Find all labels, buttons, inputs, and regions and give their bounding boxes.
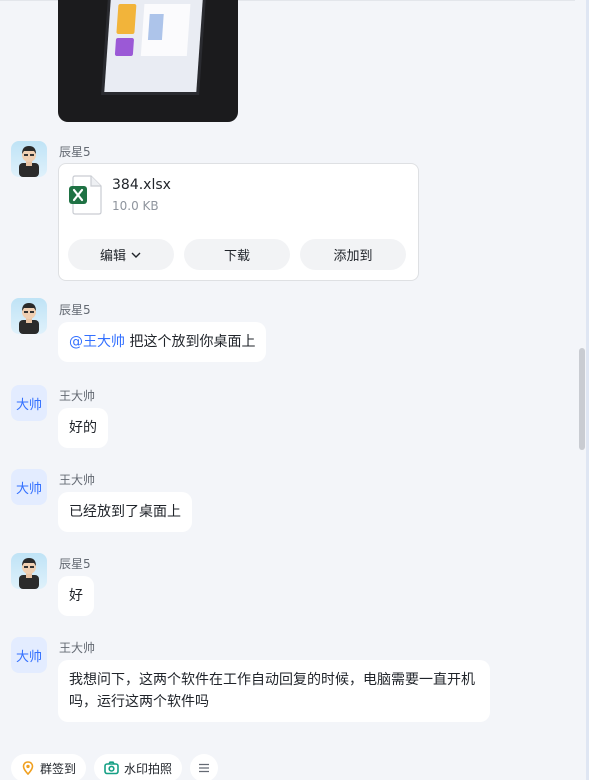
file-name[interactable]: 384.xlsx	[112, 177, 171, 193]
edit-button[interactable]: 编辑	[68, 239, 174, 270]
photo-content	[104, 0, 204, 92]
mention-link[interactable]: @王大帅	[69, 334, 125, 350]
avatar[interactable]	[11, 553, 47, 589]
message-text-line: 吗，运行这两个软件吗	[69, 694, 209, 710]
message-text: 好的	[69, 420, 97, 436]
watermark-photo-label: 水印拍照	[124, 761, 173, 776]
download-button[interactable]: 下载	[184, 239, 290, 270]
sender-name: 辰星5	[59, 303, 91, 317]
avatar[interactable]: 大帅	[11, 385, 47, 421]
camera-icon	[104, 761, 119, 775]
message-bubble[interactable]: 好的	[58, 408, 108, 448]
chat-scrollbar[interactable]	[579, 348, 585, 450]
message-bubble[interactable]: @王大帅 把这个放到你桌面上	[58, 322, 267, 362]
sender-name: 王大帅	[59, 389, 96, 403]
excel-file-icon	[69, 175, 103, 215]
avatar[interactable]: 大帅	[11, 637, 47, 673]
add-to-button[interactable]: 添加到	[300, 239, 406, 270]
more-actions-button[interactable]	[190, 754, 218, 780]
group-checkin-label: 群签到	[40, 761, 77, 776]
add-to-label: 添加到	[333, 249, 373, 264]
group-checkin-button[interactable]: 群签到	[11, 754, 87, 780]
sender-name: 王大帅	[59, 641, 96, 655]
chevron-down-icon	[131, 252, 141, 258]
avatar[interactable]: 大帅	[11, 469, 47, 505]
sender-name: 王大帅	[59, 473, 96, 487]
file-size: 10.0 KB	[112, 199, 159, 213]
message-text: 好	[69, 588, 83, 604]
message-bubble[interactable]: 好	[58, 576, 94, 616]
message-text-line: 我想问下，这两个软件在工作自动回复的时候，电脑需要一直开机	[69, 672, 475, 688]
message-bubble[interactable]: 已经放到了桌面上	[58, 492, 192, 532]
message-text: 把这个放到你桌面上	[125, 334, 256, 350]
sender-name: 辰星5	[59, 145, 91, 159]
file-card[interactable]: 384.xlsx 10.0 KB 编辑 下载 添加到	[58, 163, 419, 281]
download-label: 下载	[223, 249, 250, 264]
sender-name: 辰星5	[59, 557, 91, 571]
message-text: 已经放到了桌面上	[69, 504, 181, 520]
watermark-photo-button[interactable]: 水印拍照	[94, 754, 183, 780]
location-pin-icon	[22, 761, 34, 775]
avatar[interactable]	[11, 141, 47, 177]
menu-icon	[199, 763, 209, 773]
edit-label: 编辑	[99, 249, 126, 264]
image-message[interactable]	[58, 0, 238, 122]
message-bubble[interactable]: 我想问下，这两个软件在工作自动回复的时候，电脑需要一直开机 吗，运行这两个软件吗	[58, 660, 490, 722]
avatar[interactable]	[11, 298, 47, 334]
